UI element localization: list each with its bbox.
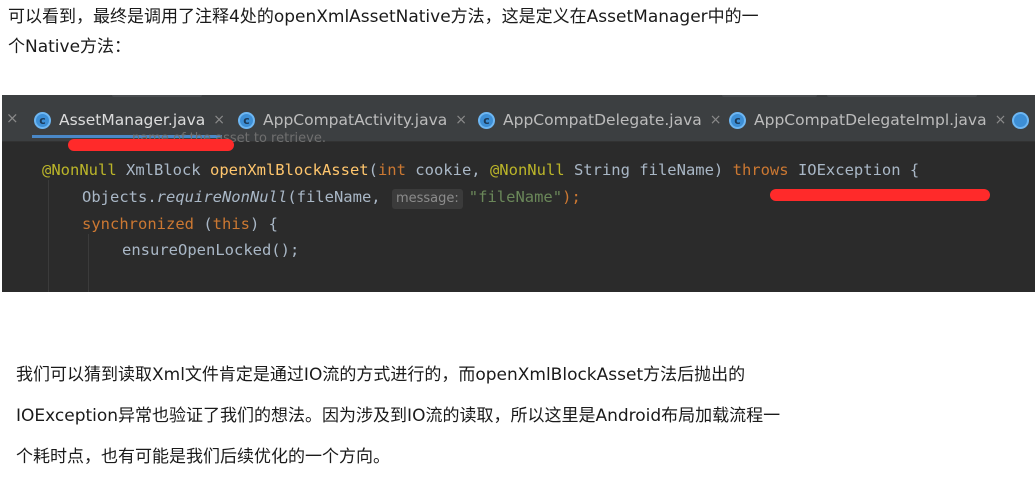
tab-appcompatdelegateimpl[interactable]: c AppCompatDelegateImpl.java ×	[729, 103, 1006, 137]
java-class-icon: c	[34, 111, 51, 129]
java-class-icon: c	[729, 111, 746, 129]
indent-guide	[88, 234, 89, 292]
outro-line-1: 我们可以猜到读取Xml文件肯定是通过IO流的方式进行的，而openXmlBloc…	[16, 365, 746, 385]
parameter-hint: message:	[391, 189, 463, 209]
toolbar-fragment	[827, 95, 977, 97]
tab-label: AssetManager.java	[59, 111, 206, 129]
intro-line-1: 可以看到，最终是调用了注释4处的openXmlAssetNative方法，这是定…	[8, 7, 759, 27]
toolbar-fragment	[722, 95, 817, 97]
outro-paragraph: 我们可以猜到读取Xml文件肯定是通过IO流的方式进行的，而openXmlBloc…	[16, 355, 780, 478]
tab-label: AppCompatActivity.java	[263, 111, 448, 129]
tab-overflow[interactable]	[1012, 103, 1035, 137]
indent-guide	[48, 180, 49, 292]
ide-screenshot: × c AssetManager.java × c AppCompatActiv…	[2, 95, 1035, 292]
java-class-icon: c	[478, 111, 495, 129]
close-icon[interactable]: ×	[6, 109, 19, 127]
tab-appcompatdelegate[interactable]: c AppCompatDelegate.java ×	[478, 103, 722, 137]
tab-close-icon[interactable]: ×	[213, 112, 225, 128]
intro-paragraph: 可以看到，最终是调用了注释4处的openXmlAssetNative方法，这是定…	[8, 2, 759, 62]
tab-close-icon[interactable]: ×	[995, 112, 1007, 128]
intro-line-2: 个Native方法：	[8, 37, 132, 57]
outro-line-2: IOException异常也验证了我们的想法。因为涉及到IO流的读取，所以这里是…	[16, 406, 781, 426]
highlight-underline	[770, 189, 990, 201]
highlight-underline	[68, 139, 234, 151]
java-class-icon	[1012, 111, 1029, 129]
code-line-signature: @NonNull XmlBlock openXmlBlockAsset(int …	[42, 161, 920, 179]
tab-close-icon[interactable]: ×	[455, 112, 467, 128]
tab-label: AppCompatDelegateImpl.java	[754, 111, 987, 129]
java-class-icon: c	[238, 111, 255, 129]
code-line-synchronized: synchronized (this) {	[82, 215, 278, 233]
tab-label: AppCompatDelegate.java	[503, 111, 702, 129]
code-line-require-nonnull: Objects.requireNonNull(fileName, message…	[82, 184, 581, 210]
code-line-ensure-open: ensureOpenLocked();	[122, 241, 300, 259]
tab-close-icon[interactable]: ×	[710, 112, 722, 128]
outro-line-3: 个耗时点，也有可能是我们后续优化的一个方向。	[16, 447, 390, 467]
toolbar-fragment	[112, 95, 202, 97]
